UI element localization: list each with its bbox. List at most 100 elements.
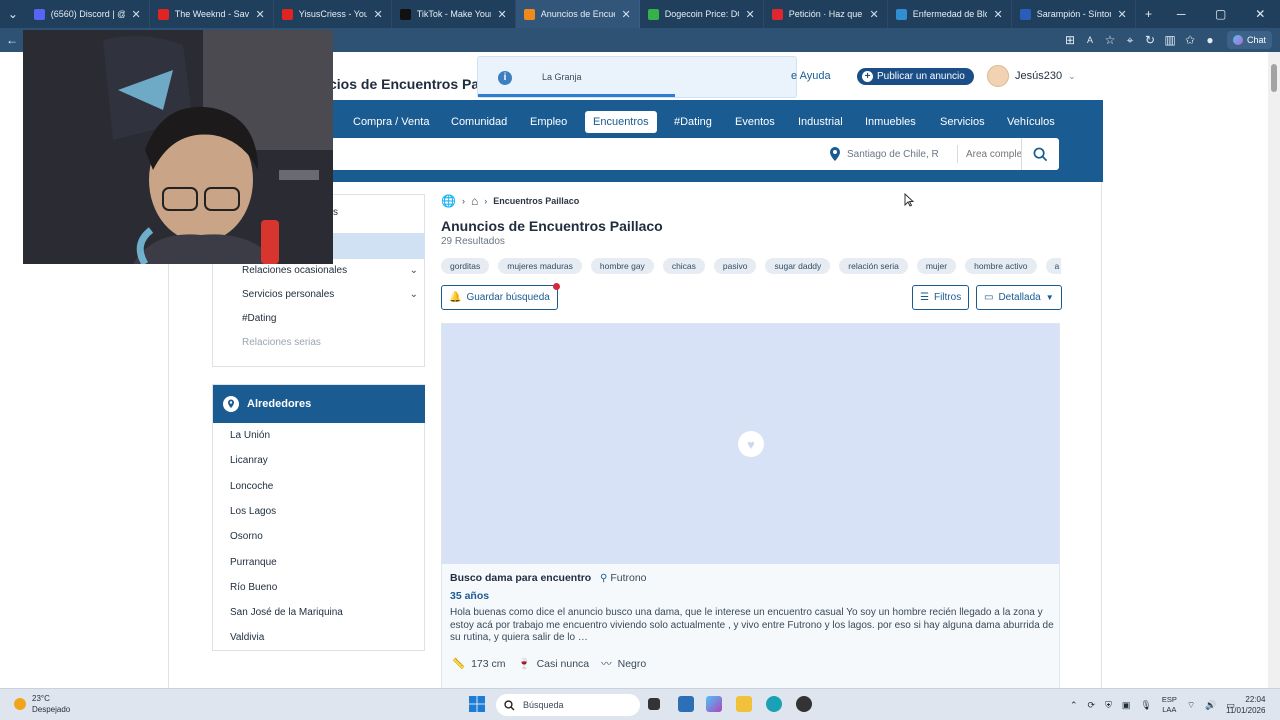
browser-tab[interactable]: Sarampión - Síntomas y ✕ (1012, 0, 1136, 28)
split-icon[interactable]: ▥ (1160, 33, 1180, 47)
location-icon[interactable]: ⌖ (1120, 33, 1140, 48)
nearby-location-link[interactable]: Los Lagos (230, 506, 276, 517)
nearby-location-link[interactable]: Loncoche (230, 481, 273, 492)
tag-chip[interactable]: chicas (662, 258, 705, 274)
browser-tab[interactable]: TikTok - Make Your Day ✕ (392, 0, 516, 28)
shield-icon[interactable]: ⛨ (1105, 700, 1112, 711)
tag-chip[interactable]: relación seria (839, 258, 908, 274)
language-indicator[interactable]: ESP LAA (1162, 695, 1177, 715)
camera-icon[interactable]: ▣ (1122, 700, 1131, 711)
nav-item[interactable]: Encuentros (585, 111, 657, 133)
chevron-up-icon[interactable]: ⌃ (1070, 700, 1078, 711)
nearby-location-link[interactable]: Osorno (230, 531, 263, 542)
user-menu[interactable]: Jesús230 ⌄ (987, 65, 1076, 87)
tag-chip[interactable]: hombre gay (590, 258, 654, 274)
tag-chip[interactable]: mujer (916, 258, 957, 274)
nav-item[interactable]: Empleo (522, 111, 575, 133)
nav-item[interactable]: Vehículos (999, 111, 1063, 133)
browser-tab[interactable]: Petición · Haz que el tra ✕ (764, 0, 888, 28)
filters-button[interactable]: ☰ Filtros (912, 285, 970, 310)
nav-item[interactable]: Comunidad (443, 111, 515, 133)
file-explorer-icon[interactable] (736, 696, 752, 712)
task-view-icon[interactable] (648, 698, 660, 710)
weather-widget[interactable]: 23°C Despejado (14, 693, 70, 715)
browser-tab[interactable]: The Weeknd - Save Your ✕ (150, 0, 274, 28)
sync-icon[interactable]: ⟳ (1088, 700, 1096, 711)
browser-tab[interactable]: YisusCriess - YouTube ✕ (274, 0, 392, 28)
taskbar-clock[interactable]: 22:04 11/01/2026 (1226, 694, 1265, 716)
tab-close-icon[interactable]: ✕ (745, 8, 754, 21)
tab-close-icon[interactable]: ✕ (1117, 8, 1126, 21)
save-search-button[interactable]: 🔔 Guardar búsqueda (441, 283, 560, 310)
tag-chip[interactable]: pasivo (713, 258, 757, 274)
listing-title[interactable]: Busco dama para encuentro (450, 572, 591, 584)
nearby-location-link[interactable]: Río Bueno (230, 582, 277, 593)
tag-chip[interactable]: gorditas (441, 258, 490, 274)
sidebar-item[interactable]: Relaciones ocasionales ⌄ (242, 265, 418, 276)
scrollbar[interactable] (1268, 52, 1280, 688)
windows-start-icon[interactable] (468, 695, 486, 713)
nav-item[interactable]: Industrial (790, 111, 851, 133)
browser-tab[interactable]: (6560) Discord | @Fidis ✕ (26, 0, 150, 28)
heart-icon[interactable]: ♥ (738, 431, 764, 457)
chevron-down-icon[interactable]: ⌄ (410, 289, 418, 300)
area-input[interactable] (957, 145, 1021, 163)
browser-tab[interactable]: Anuncios de Encuentros ✕ (515, 0, 640, 28)
copilot-app-icon[interactable] (706, 696, 722, 712)
edge-browser-icon[interactable] (766, 696, 782, 712)
app-icon[interactable]: ⊞ (1060, 33, 1080, 47)
nav-item[interactable]: Servicios (932, 111, 993, 133)
close-window-icon[interactable]: ✕ (1240, 7, 1280, 21)
nearby-location-link[interactable]: San José de la Mariquina (230, 607, 343, 618)
back-icon[interactable]: ← (0, 33, 24, 47)
sidebar-item[interactable]: #Dating (242, 313, 418, 324)
scrollbar-thumb[interactable] (1271, 64, 1277, 92)
taskbar-search[interactable]: Búsqueda (496, 694, 640, 716)
copilot-chat-button[interactable]: Chat (1226, 31, 1272, 49)
globe-icon[interactable]: 🌐 (441, 194, 456, 208)
search-button[interactable] (1021, 138, 1059, 170)
read-aloud-icon[interactable]: A (1080, 35, 1100, 45)
favorite-star-icon[interactable]: ☆ (1100, 33, 1120, 47)
publish-ad-button[interactable]: + Publicar un anuncio (857, 68, 974, 85)
refresh-icon[interactable]: ↻ (1140, 33, 1160, 47)
app-store-icon[interactable] (678, 696, 694, 712)
tag-chip[interactable]: mujeres maduras (498, 258, 582, 274)
discord-app-icon[interactable] (796, 696, 812, 712)
nav-item[interactable]: Eventos (727, 111, 783, 133)
tab-actions-icon[interactable]: ⌄ (0, 7, 26, 21)
nav-item[interactable]: Compra / Venta (345, 111, 437, 133)
nearby-location-link[interactable]: Valdivia (230, 632, 264, 643)
location-input[interactable] (847, 145, 953, 163)
nearby-location-link[interactable]: Purranque (230, 557, 277, 568)
tag-chip[interactable]: sugar daddy (765, 258, 831, 274)
home-icon[interactable]: ⌂ (471, 194, 478, 208)
tab-close-icon[interactable]: ✕ (373, 8, 382, 21)
nearby-location-link[interactable]: Licanray (230, 455, 268, 466)
favorites-icon[interactable]: ✩ (1180, 33, 1200, 47)
minimize-icon[interactable]: ─ (1161, 7, 1201, 21)
view-mode-select[interactable]: ▭ Detallada ▼ (976, 285, 1062, 310)
help-link[interactable]: e Ayuda (791, 70, 831, 82)
tag-chip[interactable]: a (1045, 258, 1061, 274)
maximize-icon[interactable]: ▢ (1201, 7, 1241, 21)
browser-tab[interactable]: Dogecoin Price: DOGE L ✕ (640, 0, 764, 28)
new-tab-icon[interactable]: + (1136, 7, 1162, 21)
tag-chip[interactable]: hombre activo (965, 258, 1037, 274)
nav-item[interactable]: #Dating (666, 111, 720, 133)
chevron-down-icon[interactable]: ⌄ (410, 265, 418, 276)
tab-close-icon[interactable]: ✕ (993, 8, 1002, 21)
browser-tab[interactable]: Enfermedad de Blount: S ✕ (888, 0, 1012, 28)
profile-icon[interactable]: ● (1200, 33, 1220, 47)
wifi-icon[interactable]: ⌔ (1187, 700, 1195, 711)
nav-item[interactable]: Inmuebles (857, 111, 924, 133)
tab-close-icon[interactable]: ✕ (497, 8, 506, 21)
sidebar-item[interactable]: Relaciones serias (242, 337, 418, 348)
sidebar-item[interactable]: Servicios personales ⌄ (242, 289, 418, 300)
listing-card[interactable]: ♥ Busco dama para encuentro ⚲ Futrono 35… (441, 323, 1060, 688)
tab-close-icon[interactable]: ✕ (621, 8, 630, 21)
nearby-location-link[interactable]: La Unión (230, 430, 270, 441)
tab-close-icon[interactable]: ✕ (131, 8, 140, 21)
microphone-icon[interactable]: 🎙 (1140, 700, 1151, 711)
volume-icon[interactable]: 🔊 (1205, 700, 1216, 711)
